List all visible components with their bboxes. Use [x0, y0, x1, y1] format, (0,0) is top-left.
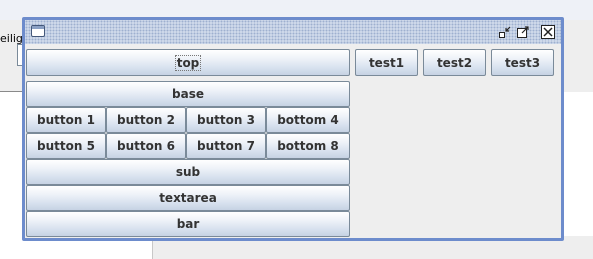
frame-content: top test1 test2 test3 base button 1 butt…	[25, 44, 561, 238]
test1-button[interactable]: test1	[355, 49, 418, 76]
button-3[interactable]: button 3	[186, 107, 266, 133]
test3-button-label: test3	[504, 55, 541, 70]
textarea-button-label: textarea	[159, 191, 217, 205]
bar-button[interactable]: bar	[26, 211, 350, 237]
button-1[interactable]: button 1	[26, 107, 106, 133]
test3-button[interactable]: test3	[491, 49, 554, 76]
test2-button[interactable]: test2	[423, 49, 486, 76]
internal-frame: top test1 test2 test3 base button 1 butt…	[22, 17, 564, 241]
top-button[interactable]: top	[26, 49, 350, 76]
bottom-8-button[interactable]: bottom 8	[266, 133, 350, 159]
textarea-button[interactable]: textarea	[26, 185, 350, 211]
top-button-label: top	[174, 54, 202, 71]
base-button[interactable]: base	[26, 81, 350, 107]
frame-window-icon	[31, 25, 45, 37]
test2-button-label: test2	[436, 55, 473, 70]
base-button-label: base	[172, 87, 204, 101]
frame-titlebar[interactable]	[25, 20, 561, 44]
button-7[interactable]: button 7	[186, 133, 266, 159]
button-5[interactable]: button 5	[26, 133, 106, 159]
button-3-label: button 3	[197, 113, 255, 127]
button-2[interactable]: button 2	[106, 107, 186, 133]
iconify-icon[interactable]	[497, 24, 512, 39]
button-6-label: button 6	[117, 139, 175, 153]
button-1-label: button 1	[37, 113, 95, 127]
sub-button-label: sub	[175, 165, 201, 179]
button-5-label: button 5	[37, 139, 95, 153]
button-2-label: button 2	[117, 113, 175, 127]
button-6[interactable]: button 6	[106, 133, 186, 159]
sub-button[interactable]: sub	[26, 159, 350, 185]
bottom-8-button-label: bottom 8	[277, 139, 339, 153]
bar-button-label: bar	[176, 217, 200, 231]
bottom-4-button-label: bottom 4	[277, 113, 339, 127]
close-icon[interactable]	[540, 24, 555, 39]
test1-button-label: test1	[368, 55, 405, 70]
button-7-label: button 7	[197, 139, 255, 153]
bottom-4-button[interactable]: bottom 4	[266, 107, 350, 133]
maximize-icon[interactable]	[515, 24, 530, 39]
